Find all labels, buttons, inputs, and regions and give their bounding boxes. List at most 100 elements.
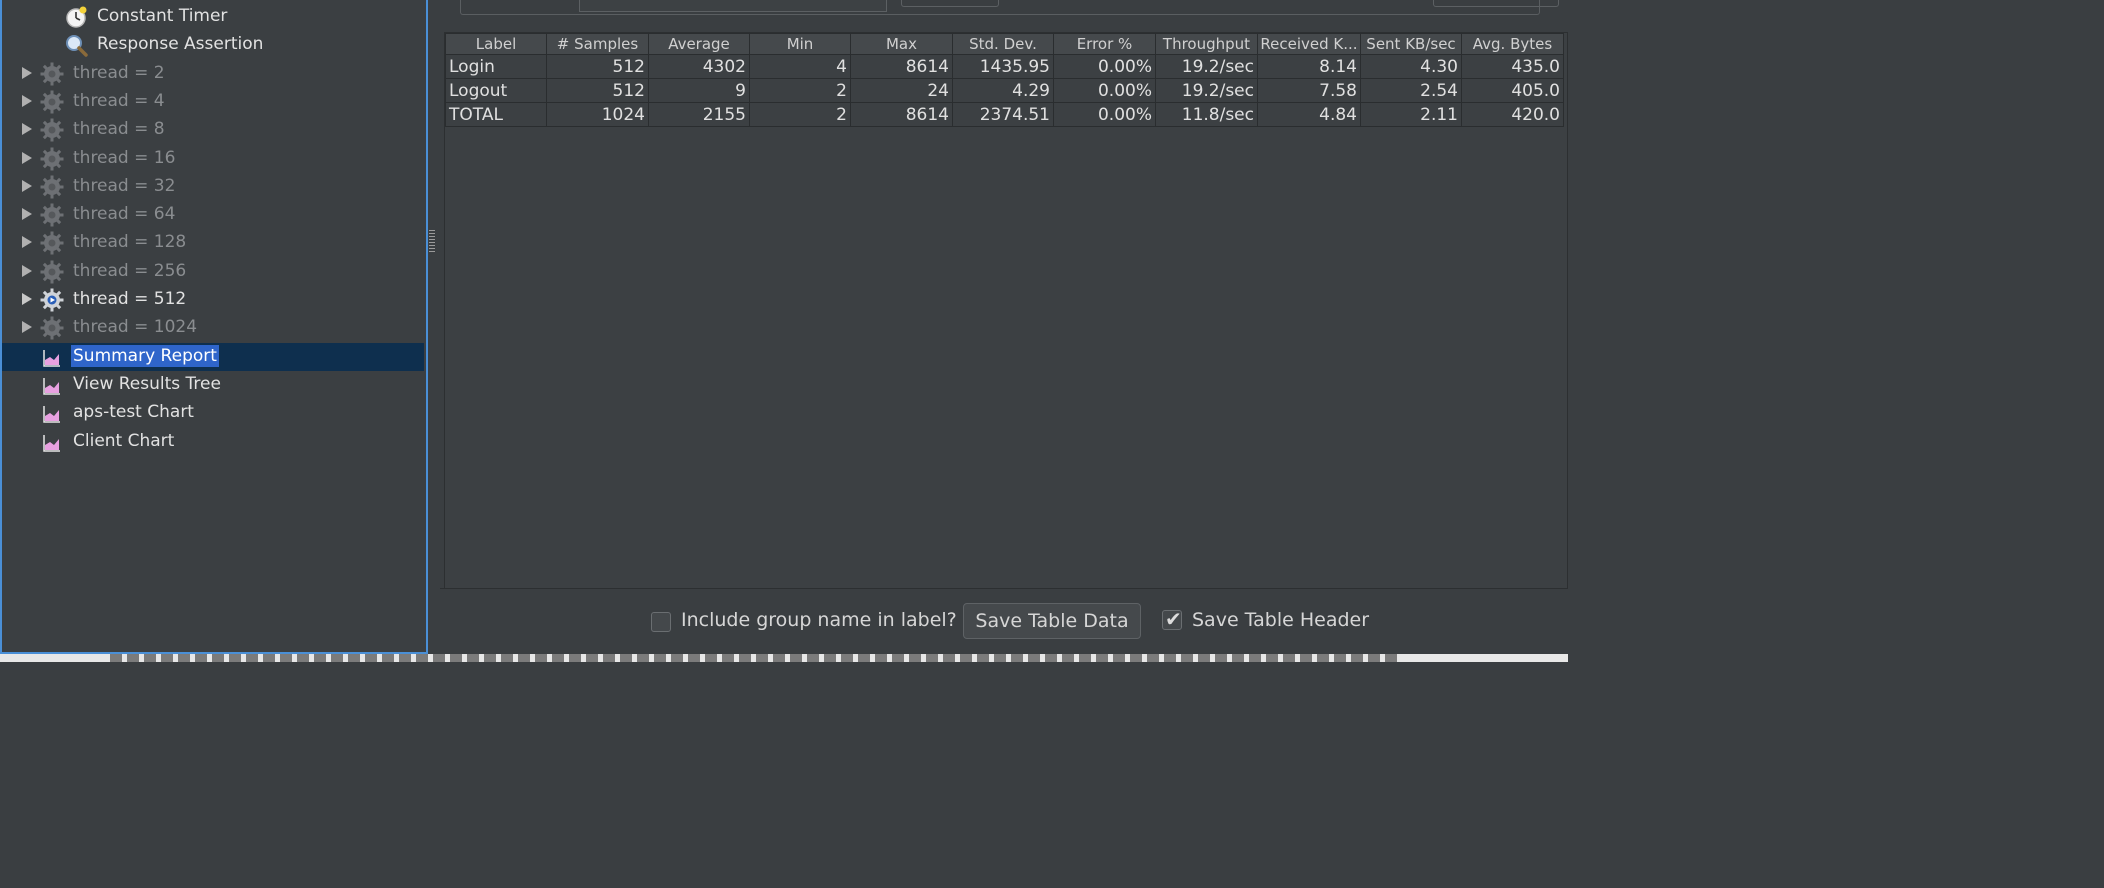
tree-focus-border-left	[0, 0, 2, 654]
summary-table: Label # Samples Average Min Max Std. Dev. Erro…	[445, 33, 1564, 127]
expand-arrow-icon[interactable]	[22, 66, 32, 79]
column-header[interactable]: Average	[648, 33, 750, 55]
tree-item-label: thread = 2	[73, 62, 165, 83]
table-cell: 512	[546, 54, 649, 79]
tree-item[interactable]: aps-test Chart	[0, 399, 424, 427]
column-header[interactable]: Throughput	[1155, 33, 1258, 55]
tree-item-label: aps-test Chart	[73, 402, 194, 423]
background-document-strip	[0, 654, 1568, 662]
split-pane-grip-icon[interactable]	[429, 230, 435, 252]
expand-arrow-icon[interactable]	[22, 264, 32, 277]
tree-item-label: thread = 1024	[73, 317, 198, 338]
gear-active-icon	[40, 288, 64, 312]
expand-arrow-icon[interactable]	[22, 179, 32, 192]
expand-arrow-icon[interactable]	[22, 293, 32, 305]
column-header[interactable]: Error %	[1053, 33, 1156, 55]
expand-arrow-icon[interactable]	[22, 321, 32, 334]
gear-icon	[40, 118, 64, 142]
save-table-data-button[interactable]: Save Table Data	[963, 603, 1141, 639]
table-cell: 2	[749, 78, 851, 103]
table-cell: 405.0	[1461, 78, 1564, 103]
tree-item[interactable]: Summary Report	[0, 342, 424, 371]
tree-item[interactable]: thread = 512	[0, 286, 424, 314]
configure-button[interactable]	[1433, 0, 1559, 7]
save-table-header-checkbox[interactable]: ✔	[1162, 607, 1182, 631]
expand-arrow-icon[interactable]	[22, 208, 32, 221]
table-cell: 8614	[850, 54, 953, 79]
tree-item-label: Response Assertion	[97, 34, 264, 55]
tree-item[interactable]: thread = 16	[0, 145, 424, 173]
expand-arrow-icon[interactable]	[22, 151, 32, 164]
split-pane-divider[interactable]	[428, 0, 440, 654]
browse-button[interactable]	[901, 0, 999, 7]
table-row[interactable]: TOTAL 1024 2155 2 8614 2374.51 0.00% 11.8/sec 4.…	[445, 102, 1564, 127]
table-cell: 2374.51	[952, 102, 1054, 127]
gear-icon	[40, 90, 64, 114]
table-cell: 435.0	[1461, 54, 1564, 79]
tree-item-label: thread = 32	[73, 175, 176, 196]
table-cell: Login	[445, 54, 547, 79]
include-group-checkbox[interactable]	[651, 612, 671, 632]
table-row[interactable]: Logout 512 9 2 24 4.29 0.00% 19.2/sec 7.58 2.54 40…	[445, 78, 1564, 103]
chart-icon	[42, 348, 62, 368]
column-header[interactable]: # Samples	[546, 33, 649, 55]
tree-item-label: thread = 128	[73, 232, 187, 253]
table-cell: 512	[546, 78, 649, 103]
column-header[interactable]: Label	[445, 33, 547, 55]
include-group-label: Include group name in label?	[681, 609, 957, 631]
tree-item[interactable]: Client Chart	[0, 428, 424, 456]
summary-table-container: Label # Samples Average Min Max Std. Dev. Erro…	[444, 32, 1568, 589]
tree-item[interactable]: thread = 64	[0, 201, 424, 229]
table-cell: TOTAL	[445, 102, 547, 127]
tree-item[interactable]: thread = 1024	[0, 314, 424, 342]
expand-arrow-icon[interactable]	[22, 236, 32, 249]
expand-arrow-icon[interactable]	[22, 94, 32, 107]
chart-icon	[42, 433, 62, 453]
table-cell: 4.30	[1360, 54, 1462, 79]
table-cell: 4.29	[952, 78, 1054, 103]
gear-icon	[40, 316, 64, 340]
column-header[interactable]: Received K...	[1257, 33, 1361, 55]
table-cell: 420.0	[1461, 102, 1564, 127]
tree-item-label: Constant Timer	[97, 6, 228, 26]
table-cell: 4302	[648, 54, 750, 79]
tree-item[interactable]: thread = 128	[0, 229, 424, 257]
tree-item[interactable]: View Results Tree	[0, 371, 424, 399]
column-header[interactable]: Avg. Bytes	[1461, 33, 1564, 55]
table-cell: 8614	[850, 102, 953, 127]
tree-item[interactable]: thread = 4	[0, 88, 424, 116]
column-header[interactable]: Max	[850, 33, 953, 55]
chart-icon	[42, 404, 62, 424]
tree-item[interactable]: Constant Timer	[0, 3, 424, 31]
filename-options-bar	[460, 0, 1559, 15]
tree-item-label: Client Chart	[73, 430, 175, 451]
gear-icon	[40, 260, 64, 284]
column-header[interactable]: Min	[749, 33, 851, 55]
table-cell: Logout	[445, 78, 547, 103]
table-cell: 2155	[648, 102, 750, 127]
magnifier-icon	[64, 33, 88, 58]
table-cell: 0.00%	[1053, 78, 1156, 103]
checkmark-icon: ✔	[1165, 607, 1182, 631]
table-row[interactable]: Login 512 4302 4 8614 1435.95 0.00% 19.2/sec 8.1…	[445, 54, 1564, 79]
expand-arrow-icon[interactable]	[22, 123, 32, 136]
tree-item[interactable]: Response Assertion	[0, 31, 424, 59]
test-plan-tree-panel: Constant Timer Response Assertion thread…	[0, 0, 428, 654]
stopwatch-icon	[64, 5, 88, 29]
column-header[interactable]: Std. Dev.	[952, 33, 1054, 55]
tree-item[interactable]: thread = 32	[0, 173, 424, 201]
gear-icon	[40, 175, 64, 199]
filename-input[interactable]	[579, 0, 887, 12]
table-cell: 4.84	[1257, 102, 1361, 127]
table-cell: 2.11	[1360, 102, 1462, 127]
tree-item[interactable]: thread = 2	[0, 60, 424, 88]
table-cell: 11.8/sec	[1155, 102, 1258, 127]
tree-item-label: thread = 512	[73, 289, 187, 309]
table-cell: 0.00%	[1053, 54, 1156, 79]
gear-icon	[40, 62, 64, 86]
column-header[interactable]: Sent KB/sec	[1360, 33, 1462, 55]
table-cell: 8.14	[1257, 54, 1361, 79]
tree-item[interactable]: thread = 8	[0, 116, 424, 144]
tree-item[interactable]: thread = 256	[0, 258, 424, 286]
tree-item-label: Summary Report	[71, 344, 219, 367]
